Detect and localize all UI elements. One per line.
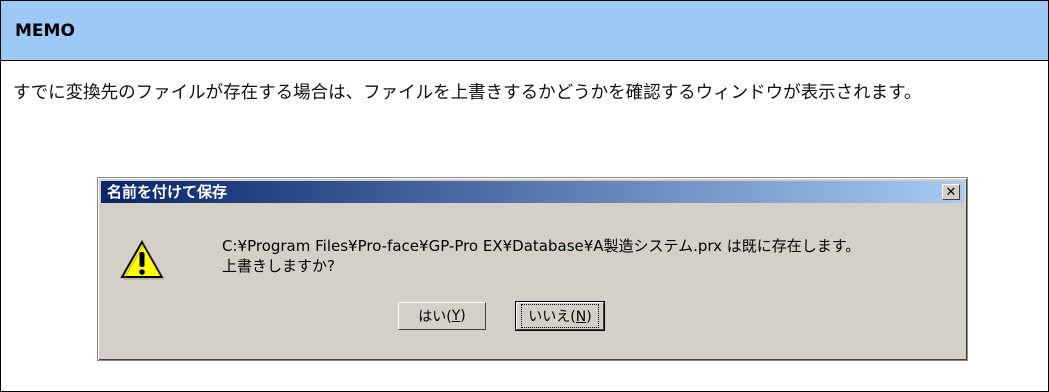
no-button[interactable]: いいえ(N) (515, 301, 605, 331)
dialog-message-line2: 上書きしますか? (222, 257, 335, 275)
dialog-message: C:¥Program Files¥Pro-face¥GP-Pro EX¥Data… (222, 236, 952, 276)
memo-title: MEMO (15, 21, 75, 41)
memo-header: MEMO (1, 1, 1048, 61)
yes-button-key: Y (451, 308, 461, 324)
no-button-paren: ) (586, 309, 592, 325)
dialog-title: 名前を付けて保存 (107, 183, 228, 201)
save-as-dialog: 名前を付けて保存 ✕ C:¥Program Files¥Pro-face¥GP-… (97, 177, 968, 361)
dialog-message-line1: C:¥Program Files¥Pro-face¥GP-Pro EX¥Data… (222, 237, 861, 255)
no-button-label: いいえ( (528, 309, 576, 325)
yes-button-label: はい( (418, 309, 452, 325)
dialog-titlebar[interactable]: 名前を付けて保存 ✕ (101, 181, 964, 203)
close-button[interactable]: ✕ (942, 184, 960, 200)
yes-button-paren: ) (460, 308, 466, 324)
warning-icon (120, 240, 164, 280)
memo-box: MEMO すでに変換先のファイルが存在する場合は、ファイルを上書きするかどうかを… (0, 0, 1049, 392)
no-button-focus: いいえ(N) (521, 304, 599, 328)
close-icon: ✕ (945, 184, 957, 200)
memo-text: すでに変換先のファイルが存在する場合は、ファイルを上書きするかどうかを確認するウ… (13, 83, 922, 103)
yes-button[interactable]: はい(Y) (398, 302, 486, 330)
no-button-key: N (575, 309, 587, 325)
